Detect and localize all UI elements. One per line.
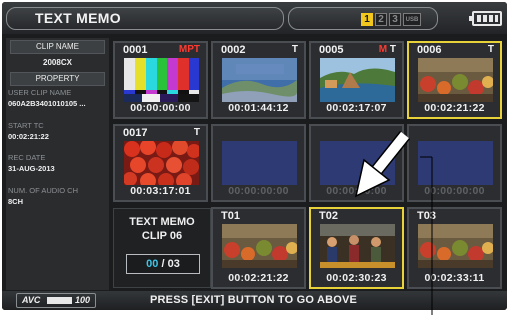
property-header: PROPERTY <box>10 72 105 86</box>
clip-number: 0005 <box>319 44 344 56</box>
codec-logo-icon <box>47 297 72 304</box>
clip-m-indicator: M <box>378 44 388 55</box>
status-message: PRESS [EXIT] BUTTON TO GO ABOVE <box>150 294 358 306</box>
start-tc-label: START TC <box>8 121 44 130</box>
empty-clip-slot: 00:00:00:00 <box>211 124 306 202</box>
clip-timecode: 00:00:00:00 <box>326 185 387 197</box>
empty-frame <box>320 141 395 185</box>
coastline-postcard-image <box>222 58 297 102</box>
screen-title: TEXT MEMO <box>6 7 284 30</box>
clip-timecode: 00:00:00:00 <box>130 102 191 114</box>
market-stall-image <box>222 224 297 268</box>
codec-badge: AVC 100 <box>16 293 96 308</box>
slot-2-indicator: 2 <box>375 13 387 26</box>
clip-name-header: CLIP NAME <box>10 40 105 54</box>
empty-frame <box>418 141 493 185</box>
memo-label: T02 <box>319 210 338 222</box>
memo-label: T01 <box>221 210 240 222</box>
empty-frame <box>222 141 297 185</box>
clip-thumbnail[interactable]: 0005 M T 00:02:17:07 <box>309 41 404 119</box>
clip-thumbnail[interactable]: 0001 MPT 00:00:00:00 <box>113 41 208 119</box>
card-slot-indicator: 1 2 3 USB <box>288 7 438 30</box>
market-stall-image <box>418 224 493 268</box>
codec-prefix: AVC <box>22 295 41 305</box>
slot-3-indicator: 3 <box>389 13 401 26</box>
clip-number: 0001 <box>123 44 148 56</box>
audio-ch-value: 8CH <box>8 197 24 206</box>
top-bar: TEXT MEMO 1 2 3 USB <box>2 2 507 34</box>
clip-indicator: T <box>487 44 494 55</box>
clip-timecode: 00:02:17:07 <box>326 102 387 114</box>
usb-indicator: USB <box>403 13 421 26</box>
text-memo-title: TEXT MEMO <box>129 216 195 228</box>
rec-date-value: 31-AUG-2013 <box>8 164 55 173</box>
clip-indicator: T <box>291 44 298 55</box>
clip-property-panel: CLIP NAME 2008CX PROPERTY USER CLIP NAME… <box>6 38 109 290</box>
clip-timecode: 00:02:21:22 <box>424 102 485 114</box>
clip-indicator: T <box>389 44 396 55</box>
clip-timecode: 00:00:00:00 <box>424 185 485 197</box>
memo-label: T03 <box>417 210 436 222</box>
color-bars-image <box>124 58 199 102</box>
text-memo-thumbnail-selected[interactable]: T02 00:02:30:23 <box>309 207 404 289</box>
memo-timecode: 00:02:21:22 <box>228 272 289 284</box>
text-memo-clip: CLIP 06 <box>141 230 183 242</box>
clip-thumbnail[interactable]: 0002 T 00:01:44:12 <box>211 41 306 119</box>
text-memo-info: TEXT MEMO CLIP 06 00 / 03 <box>113 208 211 288</box>
clip-indicator: MPT <box>178 44 200 55</box>
clip-timecode: 00:01:44:12 <box>228 102 289 114</box>
clip-number: 0006 <box>417 44 442 56</box>
slot-1-indicator: 1 <box>361 13 373 26</box>
bottom-bar: AVC 100 PRESS [EXIT] BUTTON TO GO ABOVE <box>2 291 507 310</box>
memo-timecode: 00:02:33:11 <box>424 272 485 284</box>
viewfinder-screen: TEXT MEMO 1 2 3 USB CLIP NAME 2008CX PRO… <box>2 2 507 310</box>
empty-clip-slot: 00:00:00:00 <box>309 124 404 202</box>
market-crowd-image <box>320 224 395 268</box>
clip-thumbnail-selected[interactable]: 0006 T 00:02:21:22 <box>407 41 502 119</box>
memo-counter: 00 / 03 <box>126 254 200 274</box>
text-memo-thumbnail[interactable]: T03 00:02:33:11 <box>407 207 502 289</box>
clip-number: 0002 <box>221 44 246 56</box>
clip-thumbnail[interactable]: 0017 T 00:03:17:01 <box>113 124 208 202</box>
memo-timecode: 00:02:30:23 <box>326 272 387 284</box>
codec-bitrate: 100 <box>75 295 91 305</box>
memo-total: 03 <box>167 258 180 270</box>
user-clip-name-label: USER CLIP NAME <box>8 88 72 97</box>
rec-date-label: REC DATE <box>8 153 46 162</box>
market-stall-image <box>418 58 493 102</box>
clip-number: 0017 <box>123 127 148 139</box>
battery-full-icon <box>469 11 502 26</box>
clip-indicator: T <box>193 127 200 138</box>
clip-timecode: 00:03:17:01 <box>130 185 191 197</box>
tomatoes-image <box>124 141 199 185</box>
clip-name-value: 2008CX <box>43 58 72 67</box>
text-memo-thumbnail[interactable]: T01 00:02:21:22 <box>211 207 306 289</box>
start-tc-value: 00:02:21:22 <box>8 132 49 141</box>
audio-ch-label: NUM. OF AUDIO CH <box>8 186 79 195</box>
memo-current: 00 <box>146 258 159 270</box>
user-clip-name-value: 060A2B3401010105 ... <box>8 99 86 108</box>
seaside-cliffs-image <box>320 58 395 102</box>
empty-clip-slot: 00:00:00:00 <box>407 124 502 202</box>
clip-timecode: 00:00:00:00 <box>228 185 289 197</box>
